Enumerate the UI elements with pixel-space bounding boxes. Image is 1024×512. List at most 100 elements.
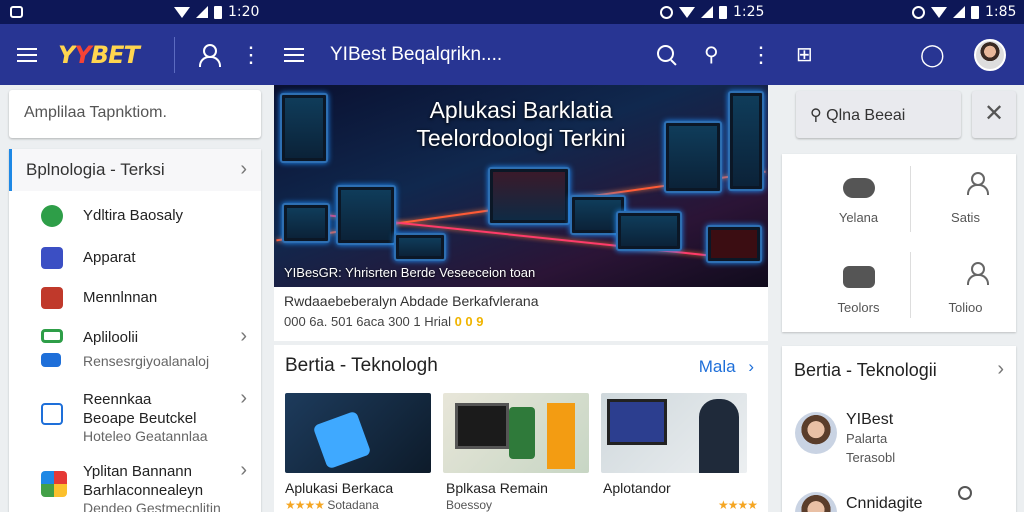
thumb-2-sub: Boessoy (446, 498, 493, 512)
chevron-right-icon: › (240, 325, 247, 347)
chevron-right-icon[interactable]: › (997, 358, 1004, 381)
monitor-image (394, 233, 446, 261)
quick-action-label: Satis (951, 210, 980, 225)
overflow-menu-button-2[interactable]: ⋮ (750, 24, 772, 85)
window-icon (41, 403, 63, 425)
menu-button[interactable] (17, 24, 37, 85)
article-description: Rwdaaebeberalyn Abdade Berkafvlerana (284, 293, 539, 309)
quick-action-3[interactable]: Teolors (800, 260, 917, 349)
app-bar: YYBET ⋮ YIBest Beqalqrikn.... ⚲ ⋮ ⊞ ◯ (0, 24, 1024, 85)
menu-item-sub: Dendeo Gestmecnlitin (83, 500, 221, 512)
logo-part: BET (90, 40, 140, 69)
quick-action-1[interactable]: Yelana (800, 170, 917, 259)
signal-icon (953, 6, 965, 18)
right-search-label: Qlna Beeai (826, 107, 906, 124)
signal-icon (196, 6, 208, 18)
profile-avatar[interactable] (974, 24, 1006, 85)
menu-item-4[interactable]: Apliloolii Rensesrgiyoalanaloj › (9, 325, 261, 373)
right-list-item-2[interactable]: Cnnidagite (846, 494, 923, 512)
search-icon (656, 44, 678, 66)
signal-icon (701, 6, 713, 18)
avatar (974, 38, 1006, 71)
logo-part: Y (58, 40, 75, 69)
hero-banner[interactable]: Aplukasi Barklatia Teelordoologi Terkini… (274, 85, 768, 287)
close-button[interactable]: ✕ (972, 91, 1016, 138)
monitor-image (336, 185, 396, 245)
account-button[interactable] (198, 24, 221, 85)
thumb-3-meta: ★★★★ (718, 498, 758, 512)
wifi-icon (679, 6, 695, 18)
search-button[interactable] (656, 24, 678, 85)
right-search-chip[interactable]: ⚲ Qlna Beeai (796, 91, 961, 138)
list-item-name: YIBest (846, 411, 894, 428)
article-meta: 000 6a. 501 6aca 300 1 Hrial 0 0 9 (284, 314, 484, 329)
menu-item-6[interactable]: Yplitan Bannann Barhlaconnealeyn Dendeo … (9, 459, 261, 512)
status-group-1: 1:20 (174, 0, 259, 24)
app-icon (41, 205, 63, 227)
user-icon (198, 43, 221, 67)
thumb-2-title: Bplkasa Remain (446, 480, 548, 496)
quick-actions-grid: Yelana Satis Teolors Tolioo (782, 154, 1016, 332)
filter-button[interactable]: ⚲ (704, 24, 719, 85)
menu-item-label: Apliloolii (83, 329, 139, 346)
grid-button[interactable]: ⊞ (796, 24, 813, 85)
quick-action-label: Teolors (837, 300, 880, 315)
menu-header[interactable]: Bplnologia - Terksi › (9, 149, 261, 191)
overflow-menu-button[interactable]: ⋮ (240, 24, 262, 85)
battery-icon (214, 5, 222, 19)
thumb-1-sub: Sotadana (327, 498, 379, 512)
status-group-2: 1:25 (660, 0, 764, 24)
see-more-link[interactable]: Mala › (699, 357, 754, 377)
menu-item-5[interactable]: Reennkaa Beoape Beutckel Hoteleo Geatann… (9, 387, 261, 447)
menu-item-label: Yplitan Bannann (83, 463, 192, 480)
status-left (10, 0, 23, 24)
divider (274, 341, 768, 345)
quick-action-4[interactable]: Tolioo (907, 260, 1024, 349)
article-meta-coins: 0 0 9 (454, 314, 484, 329)
phone-image (312, 410, 372, 470)
list-item-name: Cnnidagite (846, 495, 923, 512)
more-vert-icon: ⋮ (750, 41, 772, 67)
wifi-icon (174, 6, 190, 18)
menu-item-label: Reennkaa (83, 391, 152, 408)
monitor-image (616, 211, 682, 251)
menu-item-2[interactable]: Apparat (9, 245, 261, 275)
menu-item-label: Ydltira Baosaly (83, 207, 184, 224)
section-title: Bertia - Teknologh (285, 355, 438, 376)
menu-header-label: Bplnologia - Terksi (26, 160, 165, 179)
menu-item-sub: Rensesrgiyoalanaloj (83, 353, 210, 369)
quick-action-label: Tolioo (948, 300, 983, 315)
right-news-list: Bertia - Teknologii › YIBest Palarta Ter… (782, 346, 1016, 512)
chevron-right-icon: › (240, 459, 247, 481)
monitor-image (607, 399, 667, 445)
right-list-item-1[interactable]: YIBest Palarta Terasobl (846, 410, 895, 467)
menu-item-3[interactable]: Mennlnnan (9, 285, 261, 315)
alarm-icon (912, 5, 925, 19)
alarm-icon[interactable] (958, 486, 972, 500)
toggle-icon (842, 178, 875, 198)
chevron-right-icon: › (240, 158, 247, 180)
page-title: YIBest Beqalqrikn.... (330, 43, 503, 65)
person-icon (954, 262, 978, 292)
main-card: Rwdaaebeberalyn Abdade Berkafvlerana 000… (274, 287, 768, 512)
status-time: 1:25 (733, 4, 765, 20)
avatar[interactable] (795, 412, 837, 454)
quick-action-label: Yelana (838, 210, 879, 225)
thumb-3[interactable] (601, 393, 747, 473)
quick-action-2[interactable]: Satis (907, 170, 1024, 259)
menu-item-1[interactable]: Ydltira Baosaly (9, 203, 261, 233)
thumb-2[interactable] (443, 393, 589, 473)
monitor-image (706, 225, 762, 263)
chat-button[interactable]: ◯ (920, 24, 945, 85)
alarm-icon (660, 5, 673, 19)
menu-button-2[interactable] (284, 24, 304, 85)
status-time: 1:85 (985, 4, 1017, 20)
left-search-input[interactable]: Amplilaa Tapnktiom. (9, 90, 261, 138)
chevron-right-icon: › (240, 387, 247, 409)
avatar[interactable] (795, 492, 837, 512)
thumb-1[interactable] (285, 393, 431, 473)
app-logo[interactable]: YYBET (58, 24, 140, 85)
grid-icon: ⊞ (796, 44, 813, 66)
hamburger-icon (284, 47, 304, 62)
menu-item-label: Apparat (83, 249, 136, 266)
